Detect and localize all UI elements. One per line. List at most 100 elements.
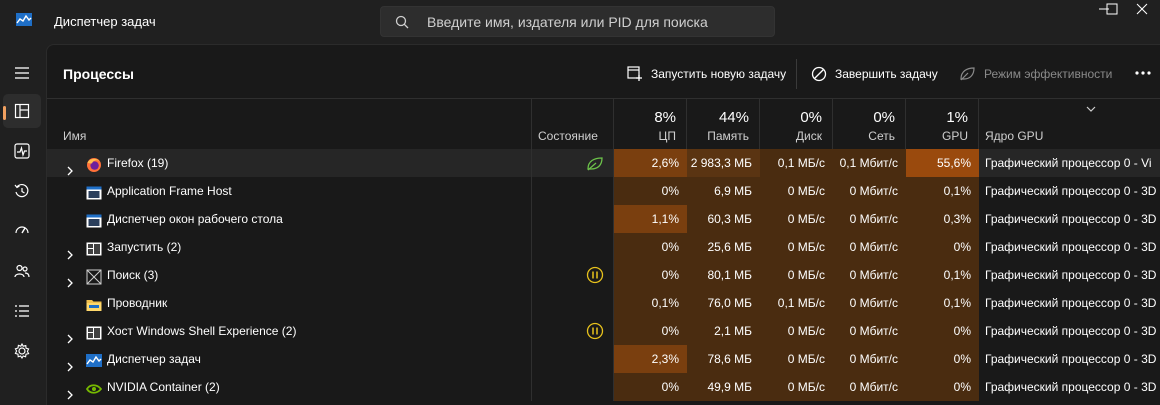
gpu-engine-cell: Графический процессор 0 - 3D bbox=[985, 352, 1157, 366]
process-row[interactable]: Application Frame Host 0% 6,9 МБ 0 МБ/с 0 Мб… bbox=[47, 177, 1160, 205]
nav-menu-button[interactable] bbox=[3, 56, 41, 90]
process-name-cell: Проводник bbox=[47, 289, 531, 317]
gpu-engine-cell: Графический процессор 0 - 3D bbox=[985, 296, 1157, 310]
column-header-gpu[interactable]: 1% GPU bbox=[906, 99, 979, 149]
disk-cell: 0 МБ/с bbox=[760, 177, 833, 205]
nav-item-app-history[interactable] bbox=[3, 174, 41, 208]
network-cell: 0 Мбит/с bbox=[833, 205, 906, 233]
end-task-button[interactable]: Завершить задачу bbox=[811, 59, 938, 89]
cpu-cell: 0,1% bbox=[614, 289, 687, 317]
network-cell: 0 Мбит/с bbox=[833, 317, 906, 345]
processes-panel: Процессы Запустить новую задачу Завершит… bbox=[46, 44, 1160, 405]
process-list: Firefox (19) 2,6% 2 983,3 МБ 0,1 МБ/с 0,1 Мб… bbox=[47, 149, 1160, 401]
column-header-disk[interactable]: 0% Диск bbox=[760, 99, 833, 149]
nav-item-startup-apps[interactable] bbox=[3, 214, 41, 248]
gpu-total-percent: 1% bbox=[946, 109, 968, 126]
cpu-cell: 1,1% bbox=[614, 205, 687, 233]
expand-chevron-icon[interactable] bbox=[66, 354, 74, 373]
app-title: Диспетчер задач bbox=[54, 14, 156, 29]
expand-chevron-icon[interactable] bbox=[66, 270, 74, 289]
process-status-cell bbox=[531, 317, 614, 345]
gpu-cell: 0,1% bbox=[906, 261, 979, 289]
cpu-cell: 0% bbox=[614, 317, 687, 345]
process-name: Диспетчер окон рабочего стола bbox=[107, 212, 283, 226]
process-name-cell: Диспетчер окон рабочего стола bbox=[47, 205, 531, 233]
efficiency-leaf-icon bbox=[960, 67, 975, 81]
process-status-cell bbox=[531, 177, 614, 205]
expand-chevron-icon[interactable] bbox=[66, 242, 74, 261]
gpu-cell: 0% bbox=[906, 317, 979, 345]
sort-chevron-down-icon bbox=[1086, 106, 1096, 112]
process-status-cell bbox=[531, 289, 614, 317]
column-header-cpu[interactable]: 8% ЦП bbox=[614, 99, 687, 149]
close-icon[interactable] bbox=[1124, 0, 1160, 20]
search-box[interactable] bbox=[380, 6, 775, 37]
disk-cell: 0 МБ/с bbox=[760, 373, 833, 401]
search-input[interactable] bbox=[427, 12, 767, 32]
process-status-cell bbox=[531, 233, 614, 261]
cpu-total-percent: 8% bbox=[654, 109, 676, 126]
process-row[interactable]: Поиск (3) 0% 80,1 МБ 0 МБ/с 0 Мбит/с 0,1% Граф… bbox=[47, 261, 1160, 289]
column-header-memory[interactable]: 44% Память bbox=[687, 99, 760, 149]
gpu-engine-cell: Графический процессор 0 - 3D bbox=[985, 212, 1157, 226]
process-row[interactable]: Firefox (19) 2,6% 2 983,3 МБ 0,1 МБ/с 0,1 Мб… bbox=[47, 149, 1160, 177]
more-options-icon[interactable] bbox=[1133, 67, 1153, 79]
suspended-icon bbox=[586, 322, 604, 345]
column-header-gpu-engine[interactable]: Ядро GPU bbox=[979, 99, 1160, 149]
disk-cell: 0 МБ/с bbox=[760, 233, 833, 261]
left-navigation bbox=[0, 44, 46, 405]
run-new-task-button[interactable]: Запустить новую задачу bbox=[627, 59, 786, 89]
process-name-cell: Поиск (3) bbox=[47, 261, 531, 289]
nav-item-users[interactable] bbox=[3, 254, 41, 288]
expand-chevron-icon[interactable] bbox=[66, 382, 74, 401]
nav-item-processes[interactable] bbox=[3, 94, 41, 128]
process-row[interactable]: NVIDIA Container (2) 0% 49,9 МБ 0 МБ/с 0 Мби… bbox=[47, 373, 1160, 401]
users-icon bbox=[14, 264, 30, 278]
process-name: Диспетчер задач bbox=[107, 352, 201, 366]
expand-chevron-icon[interactable] bbox=[66, 326, 74, 345]
process-row[interactable]: Диспетчер окон рабочего стола 1,1% 60,3 МБ… bbox=[47, 205, 1160, 233]
cpu-cell: 0% bbox=[614, 261, 687, 289]
run-window-icon bbox=[86, 323, 102, 340]
gpu-cell: 55,6% bbox=[906, 149, 979, 177]
expand-chevron-icon[interactable] bbox=[66, 158, 74, 177]
task-manager-icon bbox=[86, 351, 102, 367]
title-bar: Диспетчер задач bbox=[0, 0, 1160, 44]
nav-item-services[interactable] bbox=[3, 334, 41, 368]
memory-cell: 78,6 МБ bbox=[687, 345, 760, 373]
gpu-cell: 0% bbox=[906, 373, 979, 401]
nav-item-details[interactable] bbox=[3, 294, 41, 328]
gpu-cell: 0,3% bbox=[906, 205, 979, 233]
process-name: Проводник bbox=[107, 296, 168, 310]
column-status-label: Состояние bbox=[538, 129, 598, 143]
page-title: Процессы bbox=[63, 66, 134, 82]
cpu-cell: 2,6% bbox=[614, 149, 687, 177]
column-header-network[interactable]: 0% Сеть bbox=[833, 99, 906, 149]
process-name: NVIDIA Container (2) bbox=[107, 380, 220, 394]
process-status-cell bbox=[531, 149, 614, 177]
efficiency-mode-label: Режим эффективности bbox=[984, 67, 1113, 81]
efficiency-mode-button[interactable]: Режим эффективности bbox=[959, 59, 1112, 89]
toolbar-separator bbox=[796, 59, 797, 89]
network-cell: 0,1 Мбит/с bbox=[833, 149, 906, 177]
disk-cell: 0,1 МБ/с bbox=[760, 289, 833, 317]
nav-item-performance[interactable] bbox=[3, 134, 41, 168]
process-row[interactable]: Проводник 0,1% 76,0 МБ 0,1 МБ/с 0 Мбит/с 0,1%… bbox=[47, 289, 1160, 317]
nvidia-icon bbox=[85, 379, 103, 395]
column-header-name[interactable]: Имя bbox=[47, 99, 531, 149]
process-row[interactable]: Хост Windows Shell Experience (2) 0% 2,1 М… bbox=[47, 317, 1160, 345]
gpu-engine-cell: Графический процессор 0 - 3D bbox=[985, 268, 1157, 282]
gpu-engine-cell: Графический процессор 0 - Vi bbox=[985, 156, 1152, 170]
firefox-icon bbox=[86, 155, 102, 172]
column-header-status[interactable]: Состояние bbox=[531, 99, 614, 149]
memory-cell: 2 983,3 МБ bbox=[687, 149, 760, 177]
app-window-icon bbox=[86, 211, 102, 228]
process-row[interactable]: Запустить (2) 0% 25,6 МБ 0 МБ/с 0 Мбит/с 0% Гр… bbox=[47, 233, 1160, 261]
process-status-cell bbox=[531, 373, 614, 401]
process-status-cell bbox=[531, 261, 614, 289]
cpu-cell: 0% bbox=[614, 177, 687, 205]
run-new-task-icon bbox=[627, 66, 642, 81]
process-name: Firefox (19) bbox=[107, 156, 169, 170]
disk-cell: 0 МБ/с bbox=[760, 317, 833, 345]
process-row[interactable]: Диспетчер задач 2,3% 78,6 МБ 0 МБ/с 0 Мбит/с… bbox=[47, 345, 1160, 373]
